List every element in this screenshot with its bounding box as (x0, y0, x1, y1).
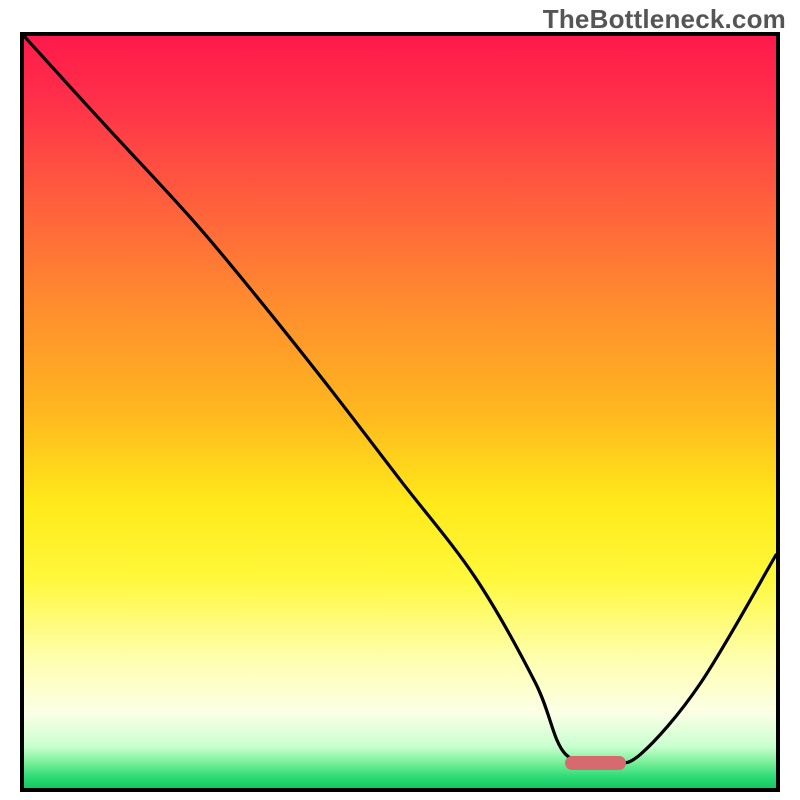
watermark-text: TheBottleneck.com (543, 4, 786, 35)
bottleneck-curve (24, 36, 776, 788)
plot-frame (20, 32, 780, 792)
chart-stage: TheBottleneck.com (0, 0, 800, 800)
optimal-marker (565, 756, 625, 770)
